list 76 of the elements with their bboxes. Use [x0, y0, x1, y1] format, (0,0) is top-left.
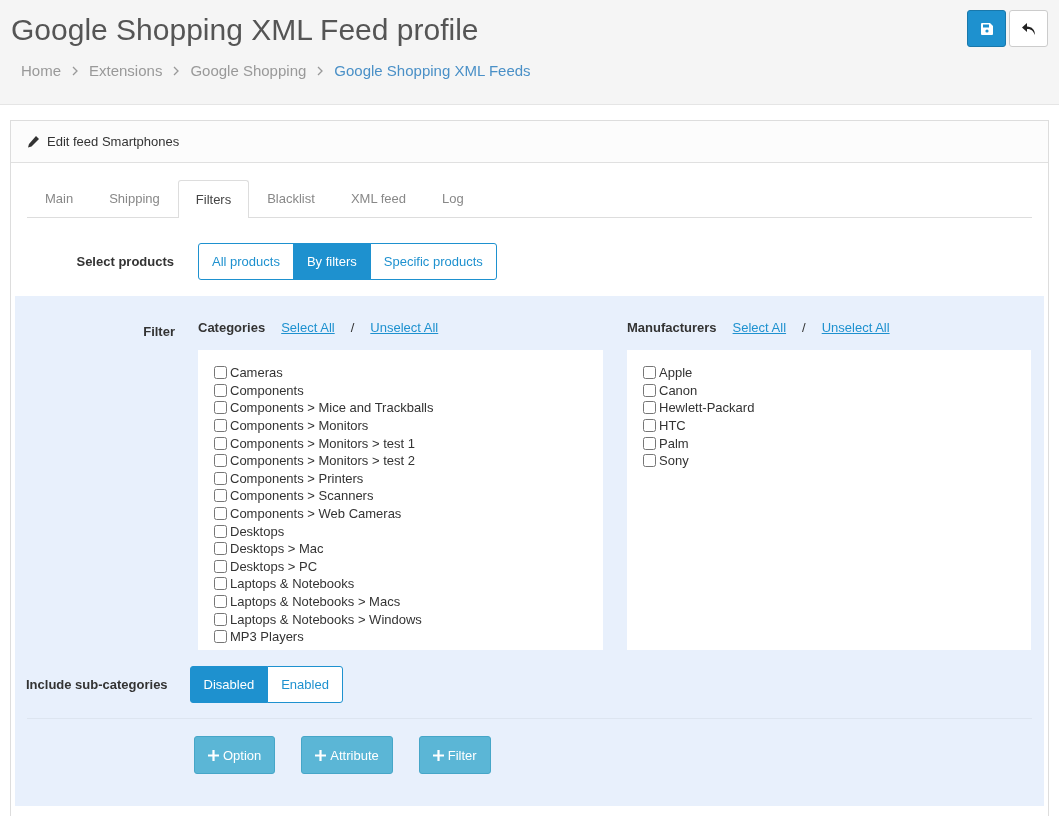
checkbox[interactable] [643, 419, 656, 433]
checkbox-label[interactable]: Hewlett-Packard [659, 400, 755, 416]
save-button[interactable] [967, 10, 1006, 47]
plus-icon [208, 749, 219, 761]
checkbox[interactable] [214, 542, 227, 556]
checkbox[interactable] [214, 383, 227, 397]
checkbox-label[interactable]: Components > Mice and Trackballs [230, 400, 434, 416]
checkbox[interactable] [643, 436, 656, 450]
checkbox-label[interactable]: Canon [659, 382, 698, 398]
tab[interactable]: Shipping [91, 180, 178, 217]
segment-button[interactable]: Specific products [369, 243, 497, 280]
checkbox[interactable] [214, 559, 227, 573]
tab[interactable]: Filters [177, 180, 250, 218]
checkbox[interactable] [214, 366, 227, 380]
checkbox[interactable] [214, 612, 227, 626]
checkbox-label[interactable]: Sony [659, 453, 689, 469]
checkbox-label[interactable]: Desktops [230, 523, 285, 539]
panel-heading: Edit feed Smartphones [47, 134, 180, 149]
page-title: Google Shopping XML Feed profile [11, 12, 480, 48]
checkbox-label[interactable]: Components > Monitors > test 2 [230, 453, 415, 469]
chevron-icon [173, 65, 180, 76]
checkbox[interactable] [214, 436, 227, 450]
checkbox[interactable] [643, 383, 656, 397]
column-heading: Manufacturers [627, 320, 717, 335]
checkbox-list[interactable] [198, 350, 603, 650]
checkbox[interactable] [643, 366, 656, 380]
back-button[interactable] [1009, 10, 1048, 47]
segment-button[interactable]: By filters [292, 243, 371, 280]
separator-text: / [350, 320, 355, 335]
pencil-icon [27, 135, 40, 148]
tab[interactable]: XML feed [332, 180, 425, 217]
checkbox[interactable] [214, 524, 227, 538]
checkbox-label[interactable]: Palm [659, 435, 689, 451]
checkbox[interactable] [643, 454, 656, 468]
reply-arrow-icon [1021, 22, 1036, 35]
checkbox-label[interactable]: Laptops & Notebooks > Windows [230, 611, 422, 627]
checkbox[interactable] [214, 630, 227, 644]
field-label: Include sub-categories [25, 677, 169, 692]
column-heading: Categories [198, 320, 266, 335]
checkbox[interactable] [214, 595, 227, 608]
segment-button[interactable]: Enabled [267, 666, 343, 703]
checkbox[interactable] [214, 401, 227, 415]
checkbox-label[interactable]: MP3 Players [230, 629, 304, 645]
chevron-icon [72, 65, 78, 76]
checkbox-label[interactable]: Desktops > Mac [230, 541, 324, 557]
segment-button[interactable]: All products [198, 243, 294, 280]
checkbox-label[interactable]: Components > Scanners [230, 488, 374, 504]
field-label: Select products [75, 254, 175, 269]
tab[interactable]: Main [27, 180, 92, 217]
plus-icon [432, 749, 444, 761]
tab[interactable]: Log [424, 180, 482, 217]
chevron-icon [317, 65, 324, 76]
checkbox-label[interactable]: Components > Web Cameras [230, 506, 402, 522]
checkbox[interactable] [214, 489, 227, 503]
checkbox-label[interactable]: Laptops & Notebooks > Macs [230, 594, 401, 609]
checkbox-label[interactable]: Laptops & Notebooks [230, 576, 355, 592]
checkbox-label[interactable]: Apple [659, 365, 693, 381]
checkbox[interactable] [214, 419, 227, 433]
checkbox-label[interactable]: Components > Monitors > test 1 [230, 435, 415, 451]
checkbox[interactable] [643, 401, 656, 415]
segment-button[interactable]: Disabled [189, 666, 269, 703]
checkbox-label[interactable]: Cameras [230, 365, 283, 381]
tab[interactable]: Blacklist [249, 180, 333, 217]
field-label: Filter [142, 323, 176, 339]
checkbox-label[interactable]: Components > Printers [230, 470, 364, 486]
separator-text: / [802, 320, 806, 335]
checkbox-label[interactable]: Components [230, 382, 304, 398]
checkbox-label[interactable]: HTC [659, 418, 686, 434]
checkbox-label[interactable]: Desktops > PC [230, 558, 318, 574]
checkbox[interactable] [214, 577, 227, 591]
checkbox-label[interactable]: Components > Monitors [230, 418, 369, 434]
checkbox-list[interactable]: Apple Canon Hewlett-Packard HTC Palm Sony [627, 350, 1031, 650]
checkbox[interactable] [214, 471, 227, 485]
checkbox[interactable] [214, 454, 227, 468]
checkbox[interactable] [214, 507, 227, 521]
plus-icon [315, 749, 327, 761]
